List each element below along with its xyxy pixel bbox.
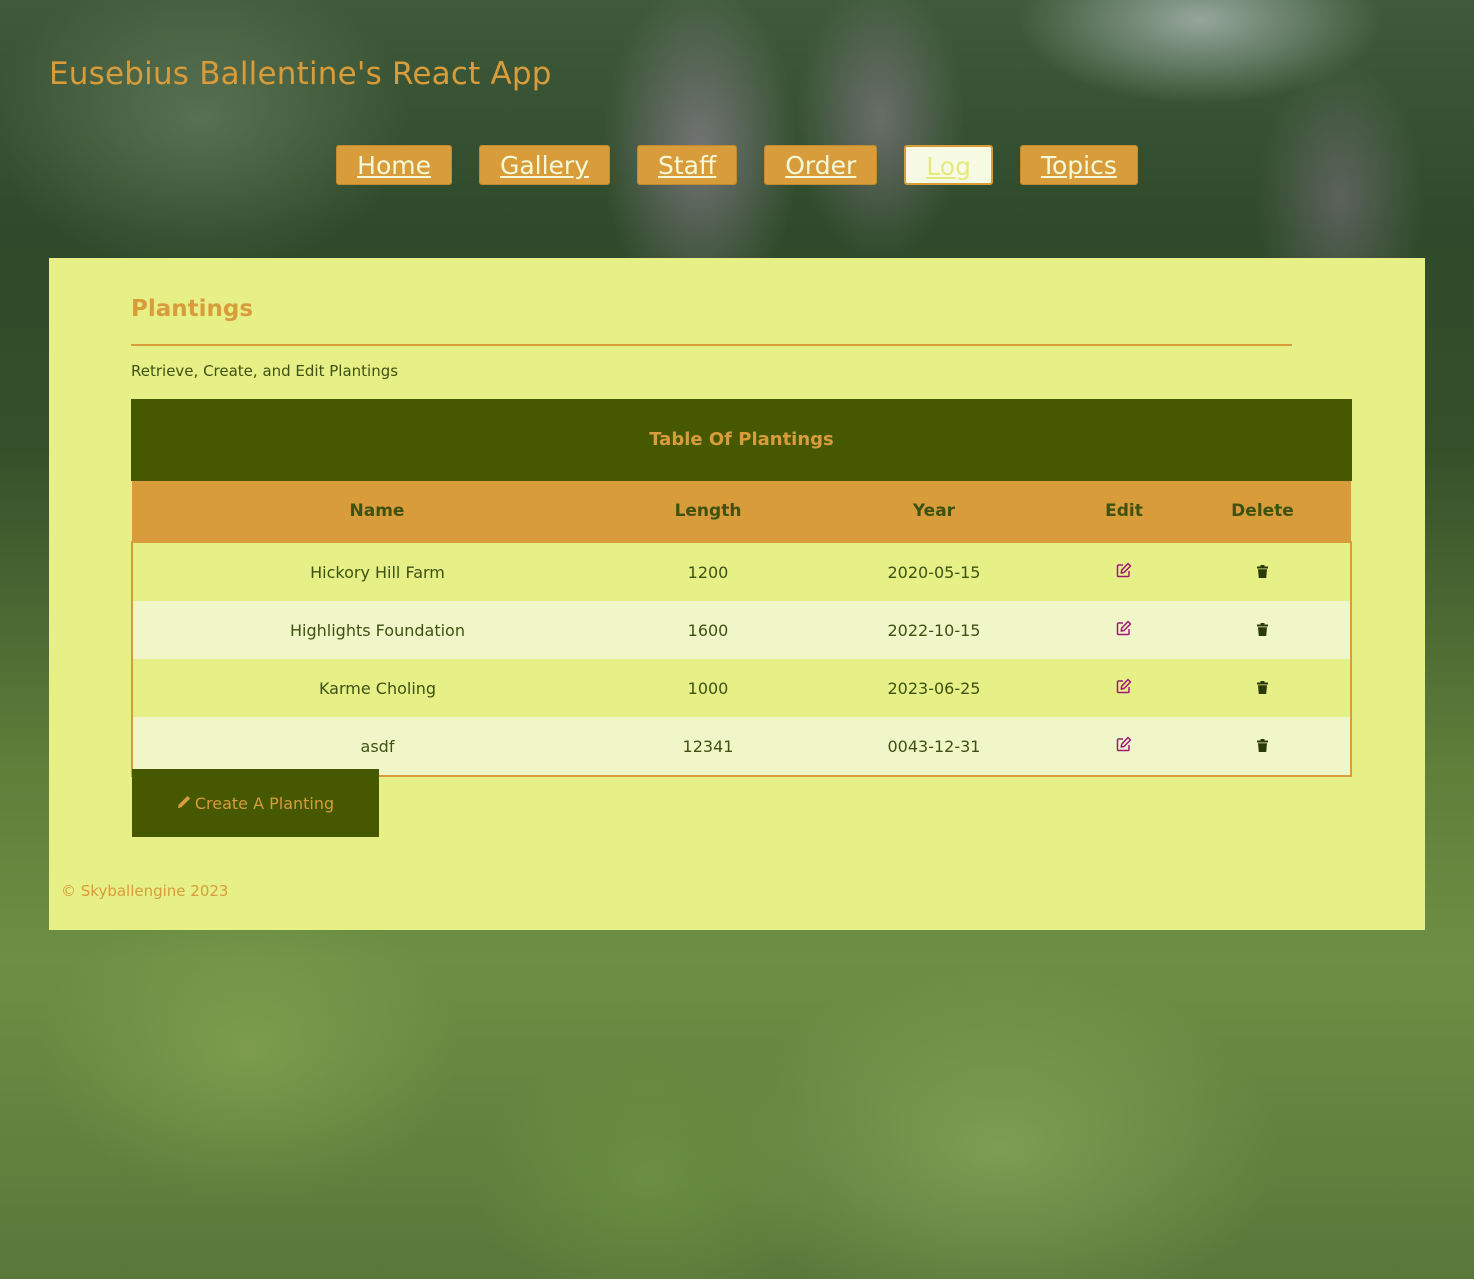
- edit-icon[interactable]: [1116, 736, 1132, 756]
- planting-name: asdf: [132, 717, 622, 776]
- nav-order[interactable]: Order: [764, 145, 878, 185]
- column-header-delete: Delete: [1174, 481, 1351, 542]
- edit-icon[interactable]: [1116, 620, 1132, 640]
- create-planting-label: Create A Planting: [194, 793, 335, 813]
- planting-length: 1200: [622, 542, 794, 601]
- nav-log[interactable]: Log: [904, 145, 993, 185]
- delete-cell: [1174, 659, 1351, 717]
- trash-icon[interactable]: [1256, 563, 1268, 582]
- planting-length: 1000: [622, 659, 794, 717]
- plantings-table: Table Of Plantings Name Length Year Edit…: [131, 399, 1352, 777]
- plantings-table-wrapper: Table Of Plantings Name Length Year Edit…: [131, 399, 1352, 777]
- planting-length: 1600: [622, 601, 794, 659]
- nav-staff[interactable]: Staff: [637, 145, 738, 185]
- column-header-length: Length: [622, 481, 794, 542]
- delete-cell: [1174, 542, 1351, 601]
- planting-year: 2020-05-15: [794, 542, 1074, 601]
- edit-cell: [1074, 542, 1174, 601]
- nav-gallery[interactable]: Gallery: [478, 145, 611, 185]
- edit-cell: [1074, 659, 1174, 717]
- edit-icon[interactable]: [1116, 562, 1132, 582]
- column-header-year: Year: [794, 481, 1074, 542]
- heading-divider: [131, 344, 1292, 346]
- planting-name: Karme Choling: [132, 659, 622, 717]
- column-header-edit: Edit: [1074, 481, 1174, 542]
- edit-cell: [1074, 717, 1174, 776]
- page-heading: Plantings: [131, 296, 254, 322]
- planting-year: 2022-10-15: [794, 601, 1074, 659]
- delete-cell: [1174, 717, 1351, 776]
- page-subtitle: Retrieve, Create, and Edit Plantings: [131, 362, 399, 380]
- column-header-name: Name: [132, 481, 622, 542]
- delete-cell: [1174, 601, 1351, 659]
- edit-icon[interactable]: [1116, 678, 1132, 698]
- trash-icon[interactable]: [1256, 679, 1268, 698]
- nav-topics[interactable]: Topics: [1019, 145, 1138, 185]
- planting-name: Hickory Hill Farm: [132, 542, 622, 601]
- app-title: Eusebius Ballentine's React App: [49, 56, 552, 92]
- table-row: Karme Choling 1000 2023-06-25: [132, 659, 1351, 717]
- footer-copyright: © Skyballengine 2023: [61, 882, 229, 900]
- planting-year: 0043-12-31: [794, 717, 1074, 776]
- content-panel: Plantings Retrieve, Create, and Edit Pla…: [49, 258, 1425, 930]
- table-row: asdf 12341 0043-12-31: [132, 717, 1351, 776]
- nav-home[interactable]: Home: [336, 145, 452, 185]
- edit-cell: [1074, 601, 1174, 659]
- table-row: Hickory Hill Farm 1200 2020-05-15: [132, 542, 1351, 601]
- trash-icon[interactable]: [1256, 621, 1268, 640]
- pencil-icon: [177, 794, 191, 813]
- trash-icon[interactable]: [1256, 737, 1268, 756]
- create-planting-button[interactable]: Create A Planting: [132, 769, 379, 837]
- main-nav: Home Gallery Staff Order Log Topics: [0, 145, 1474, 185]
- planting-name: Highlights Foundation: [132, 601, 622, 659]
- planting-length: 12341: [622, 717, 794, 776]
- planting-year: 2023-06-25: [794, 659, 1074, 717]
- table-caption: Table Of Plantings: [131, 399, 1352, 481]
- table-row: Highlights Foundation 1600 2022-10-15: [132, 601, 1351, 659]
- table-header-row: Name Length Year Edit Delete: [132, 481, 1351, 542]
